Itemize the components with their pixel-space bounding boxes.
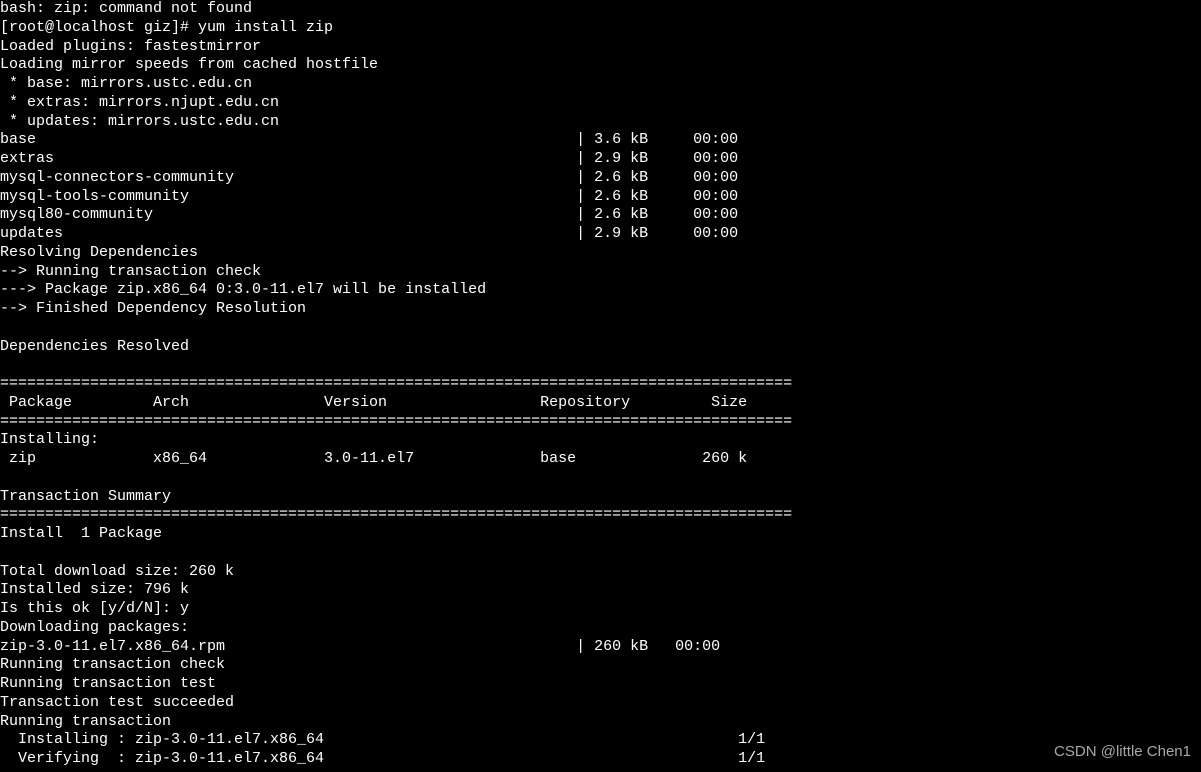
terminal-output[interactable]: bash: zip: command not found [root@local… (0, 0, 1201, 769)
watermark-text: CSDN @little Chen1 (1054, 743, 1191, 762)
